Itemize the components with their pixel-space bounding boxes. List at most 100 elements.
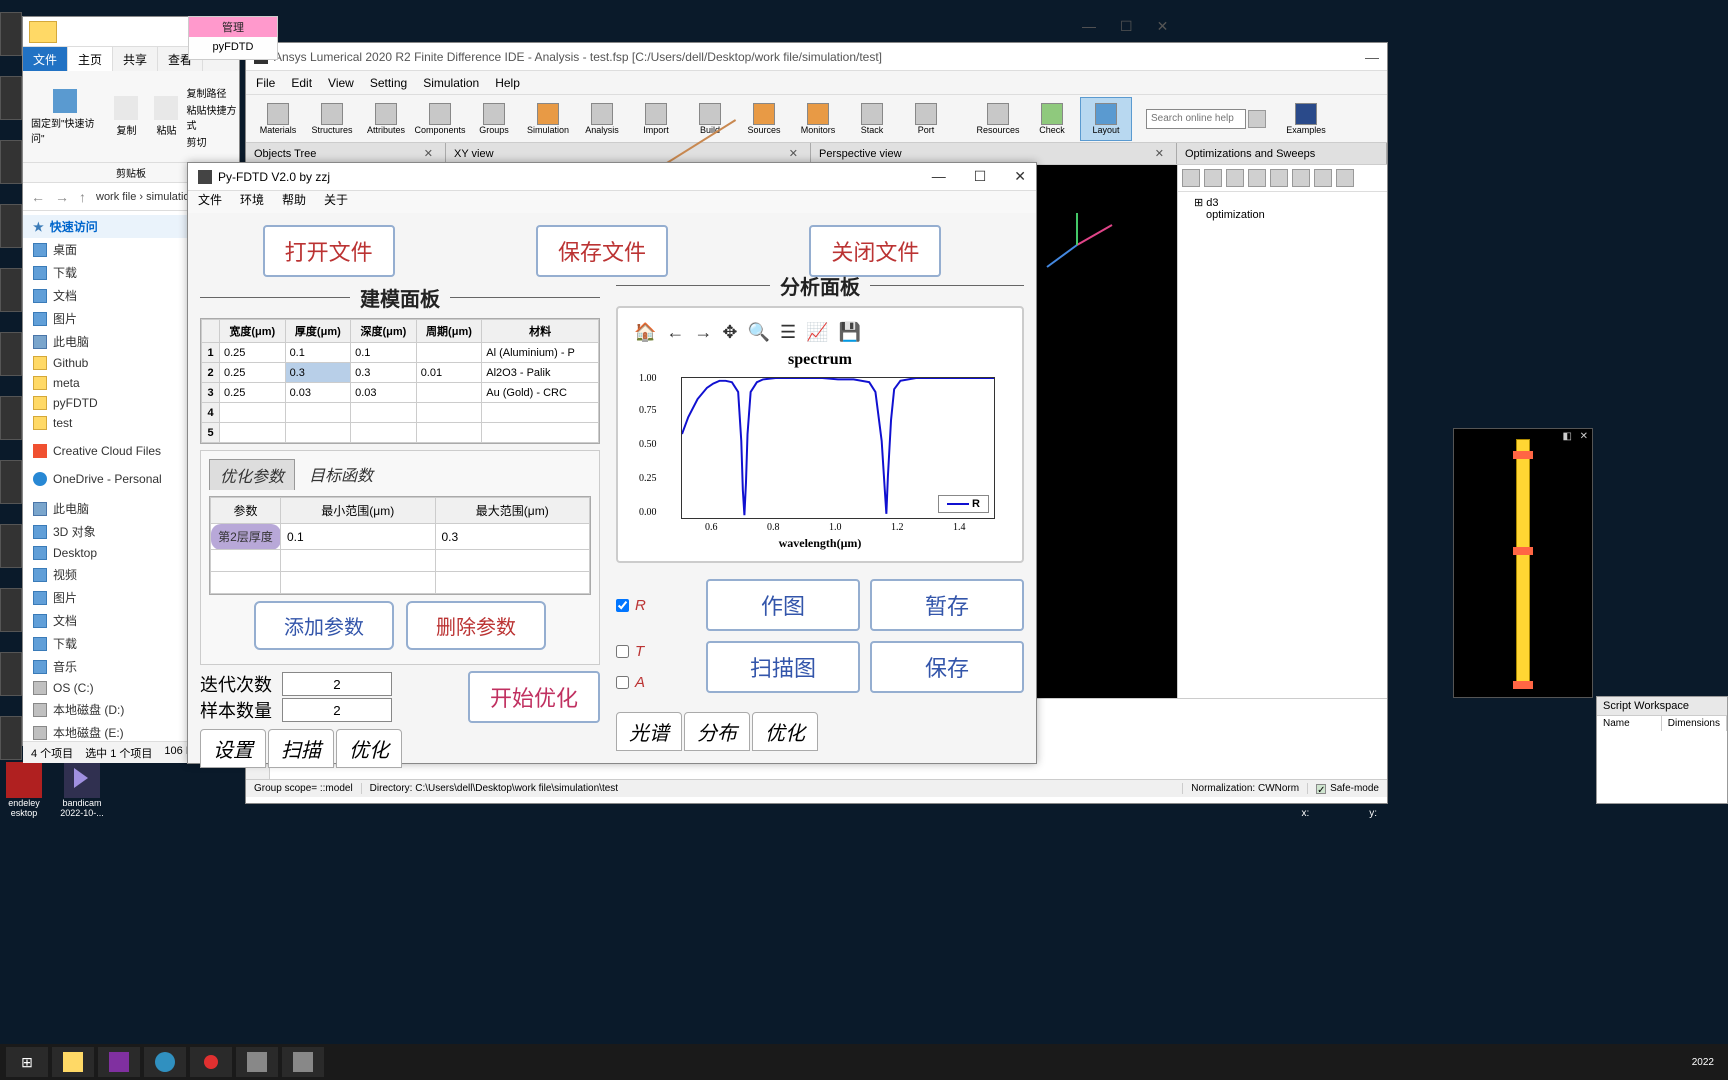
minimize-icon[interactable]: —	[932, 168, 946, 185]
minimize-icon[interactable]: —	[1082, 18, 1096, 35]
add-param-button[interactable]: 添加参数	[254, 601, 394, 650]
context-app-label[interactable]: pyFDTD	[189, 37, 277, 57]
task-start[interactable]: ⊞	[6, 1047, 48, 1077]
toolbar-stack[interactable]: Stack	[846, 97, 898, 141]
taskbar-clock[interactable]: 2022	[1684, 1057, 1722, 1068]
ribbon-pin[interactable]: 固定到"快速访问"	[23, 71, 106, 162]
simulation-region-panel[interactable]: ◧ ✕	[1453, 428, 1593, 698]
open-file-button[interactable]: 打开文件	[263, 225, 395, 277]
minimize-icon[interactable]: —	[1365, 49, 1379, 65]
pyfdtd-titlebar[interactable]: Py-FDTD V2.0 by zzj — ☐ ✕	[188, 163, 1036, 191]
task-edge[interactable]	[144, 1047, 186, 1077]
config-icon[interactable]: ☰	[780, 322, 796, 343]
toolbar-components[interactable]: Components	[414, 97, 466, 141]
toolbar-port[interactable]: Port	[900, 97, 952, 141]
zoom-icon[interactable]: 🔍	[748, 322, 770, 343]
toolbar-groups[interactable]: Groups	[468, 97, 520, 141]
chart-canvas[interactable]: spectrum 1.00 0.75 0.50 0.25 0.00 0.6 0.…	[635, 351, 1005, 551]
search-button-icon[interactable]	[1248, 110, 1266, 128]
tab-file[interactable]: 文件	[23, 47, 68, 71]
close-icon[interactable]: ✕	[1014, 168, 1026, 185]
menu-view[interactable]: View	[328, 76, 354, 90]
menu-env[interactable]: 环境	[240, 191, 264, 213]
tab-optimize[interactable]: 优化	[336, 729, 402, 768]
toolbar-attributes[interactable]: Attributes	[360, 97, 412, 141]
tab-opt-params[interactable]: 优化参数	[209, 459, 295, 490]
col-depth[interactable]: 深度(μm)	[351, 320, 417, 343]
param-max-cell[interactable]: 0.3	[435, 524, 590, 550]
col-period[interactable]: 周期(μm)	[416, 320, 482, 343]
maximize-icon[interactable]: ☐	[1120, 18, 1133, 35]
plot-button[interactable]: 作图	[706, 579, 860, 631]
toolbar-monitors[interactable]: Monitors	[792, 97, 844, 141]
tab-home[interactable]: 主页	[68, 47, 113, 71]
tab-objective[interactable]: 目标函数	[299, 459, 383, 490]
status-safemode[interactable]: ✓Safe-mode	[1308, 783, 1387, 794]
toolbar-check[interactable]: Check	[1026, 97, 1078, 141]
nav-up-icon[interactable]: ↑	[79, 189, 86, 205]
param-min-cell[interactable]: 0.1	[281, 524, 436, 550]
toolbar-simulation[interactable]: Simulation	[522, 97, 574, 141]
col-dimensions[interactable]: Dimensions	[1662, 716, 1727, 731]
menu-setting[interactable]: Setting	[370, 76, 407, 90]
menu-simulation[interactable]: Simulation	[423, 76, 479, 90]
task-onenote[interactable]	[98, 1047, 140, 1077]
tab-scan[interactable]: 扫描	[268, 729, 334, 768]
tab-settings[interactable]: 设置	[200, 729, 266, 768]
opt-tool-icon[interactable]	[1314, 169, 1332, 187]
col-width[interactable]: 宽度(μm)	[220, 320, 286, 343]
pane-close-icon[interactable]: ✕	[785, 147, 802, 160]
toolbar-sources[interactable]: Sources	[738, 97, 790, 141]
save-button[interactable]: 保存	[870, 641, 1024, 693]
pause-button[interactable]: 暂存	[870, 579, 1024, 631]
delete-param-button[interactable]: 删除参数	[406, 601, 546, 650]
toolbar-analysis[interactable]: Analysis	[576, 97, 628, 141]
param-name-cell[interactable]: 第2层厚度	[211, 524, 281, 550]
tab-opt-right[interactable]: 优化	[752, 712, 818, 751]
pane-close-icon[interactable]: ✕	[420, 147, 437, 160]
opt-tool-icon[interactable]	[1182, 169, 1200, 187]
toolbar-import[interactable]: Import	[630, 97, 682, 141]
opt-tool-icon[interactable]	[1270, 169, 1288, 187]
opt-param-table[interactable]: 参数 最小范围(μm) 最大范围(μm) 第2层厚度 0.1 0.3	[209, 496, 591, 595]
task-explorer[interactable]	[52, 1047, 94, 1077]
desktop-icon-bandicam[interactable]: bandicam 2022-10-...	[58, 762, 106, 818]
edit-icon[interactable]: 📈	[806, 322, 828, 343]
pan-icon[interactable]: ✥	[722, 322, 737, 343]
close-icon[interactable]: ✕	[1157, 18, 1169, 35]
maximize-icon[interactable]: ☐	[974, 168, 987, 185]
checkbox-a[interactable]	[616, 676, 629, 689]
home-icon[interactable]: 🏠	[634, 322, 656, 343]
context-manage-label[interactable]: 管理	[189, 17, 277, 37]
task-recorder[interactable]	[190, 1047, 232, 1077]
menu-help[interactable]: 帮助	[282, 191, 306, 213]
opt-tool-icon[interactable]	[1248, 169, 1266, 187]
scan-button[interactable]: 扫描图	[706, 641, 860, 693]
samples-input[interactable]	[282, 698, 392, 722]
model-table[interactable]: 宽度(μm) 厚度(μm) 深度(μm) 周期(μm) 材料 10.250.10…	[200, 318, 600, 444]
save-icon[interactable]: 💾	[839, 322, 861, 343]
menu-file[interactable]: 文件	[198, 191, 222, 213]
axis-gizmo[interactable]	[1037, 205, 1117, 285]
nav-forward-icon[interactable]: →	[55, 189, 69, 205]
toolbar-materials[interactable]: Materials	[252, 97, 304, 141]
col-name[interactable]: Name	[1597, 716, 1662, 731]
checkbox-t[interactable]	[616, 645, 629, 658]
toolbar-resources[interactable]: Resources	[972, 97, 1024, 141]
ribbon-paste-shortcut[interactable]: 粘贴快捷方式	[186, 102, 239, 132]
checkbox-r[interactable]	[616, 599, 629, 612]
pane-close-icon[interactable]: ✕	[1151, 147, 1168, 160]
toolbar-structures[interactable]: Structures	[306, 97, 358, 141]
ribbon-copy-path[interactable]: 复制路径	[186, 85, 239, 100]
toolbar-examples[interactable]: Examples	[1280, 97, 1332, 141]
panel-dock-icon[interactable]: ◧	[1563, 431, 1572, 442]
menu-about[interactable]: 关于	[324, 191, 348, 213]
opt-tool-icon[interactable]	[1226, 169, 1244, 187]
tab-dist[interactable]: 分布	[684, 712, 750, 751]
tab-spectrum[interactable]: 光谱	[616, 712, 682, 751]
lumerical-titlebar[interactable]: Ansys Lumerical 2020 R2 Finite Differenc…	[246, 43, 1387, 71]
search-input[interactable]	[1146, 109, 1246, 129]
menu-help[interactable]: Help	[495, 76, 520, 90]
task-app2[interactable]	[282, 1047, 324, 1077]
nav-back-icon[interactable]: ←	[31, 189, 45, 205]
